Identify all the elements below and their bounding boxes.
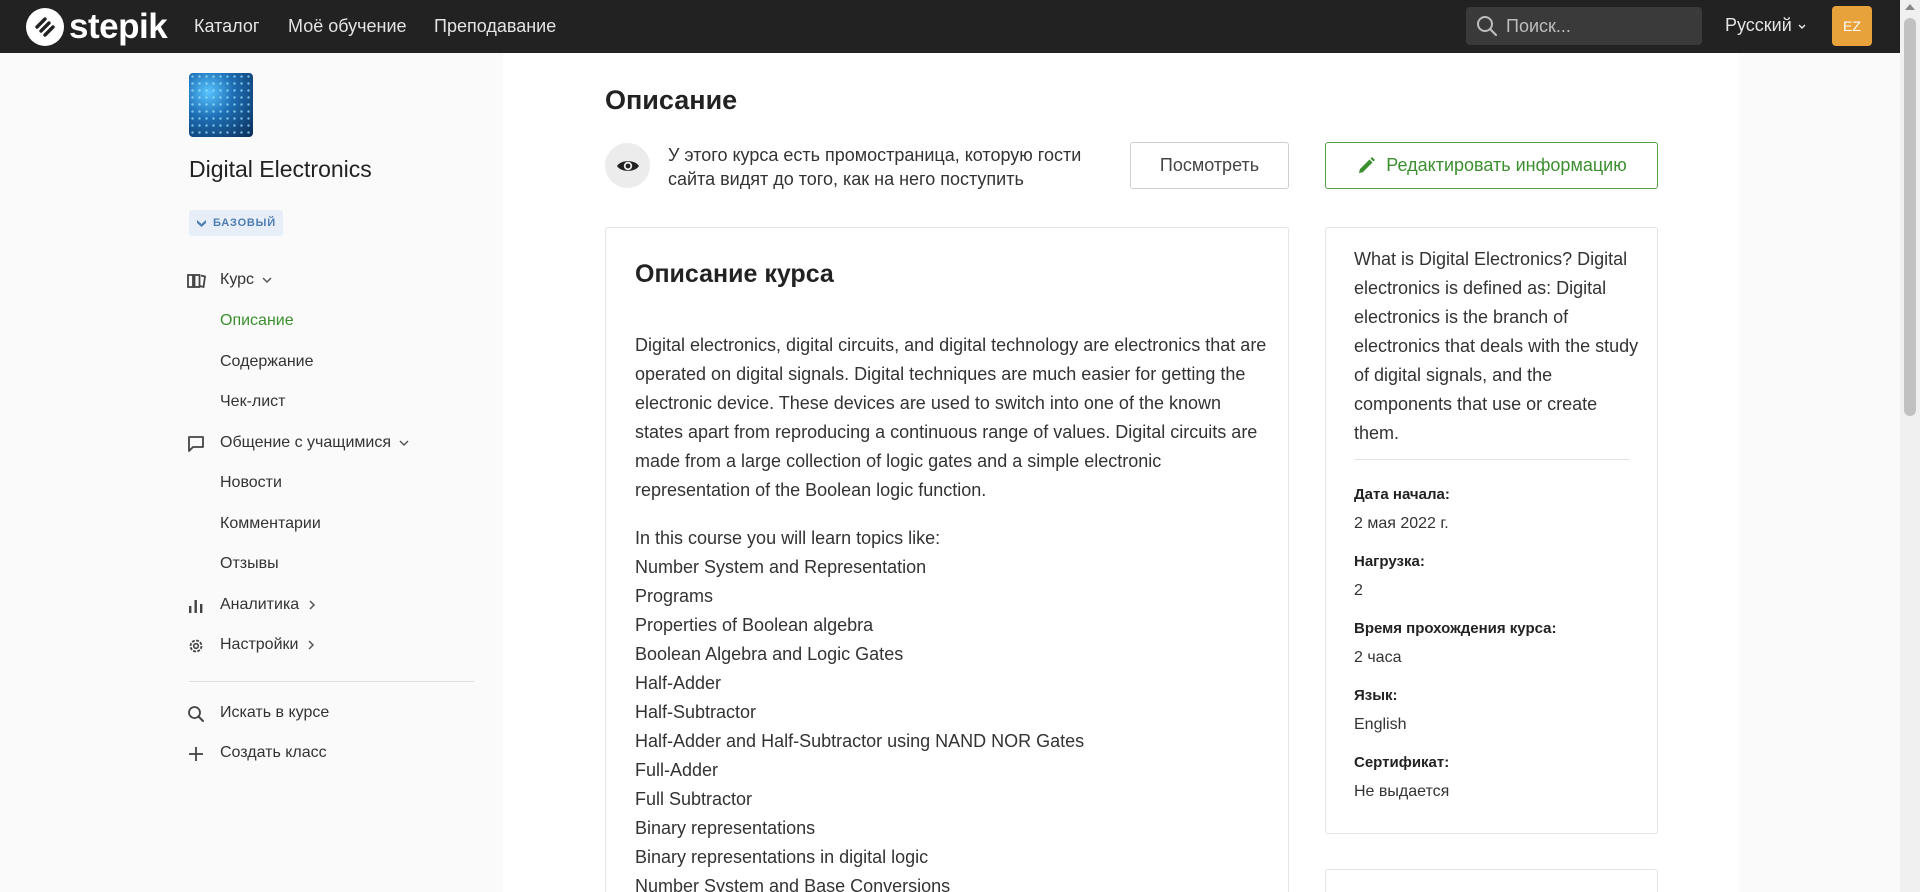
sidebar-section-community-label: Общение с учащимися [220,434,391,451]
sidebar-search-course-label: Искать в курсе [220,704,330,721]
pencil-icon [1359,156,1376,173]
load-label: Нагрузка: [1354,553,1425,570]
course-thumbnail[interactable] [189,73,253,137]
level-badge: БАЗОВЫЙ [189,210,283,236]
course-title[interactable]: Digital Electronics [189,156,372,183]
top-navbar: stepik Каталог Моё обучение Преподавание… [0,0,1900,53]
gear-icon [189,639,203,653]
language-info-label: Язык: [1354,687,1398,704]
sidebar-section-analytics[interactable]: Аналитика [189,596,318,614]
search-icon [1477,16,1498,37]
sidebar-item-reviews[interactable]: Отзывы [220,555,279,573]
stepik-logo-icon [26,8,64,46]
topic-item: Binary representations [635,818,816,838]
topic-item: Number System and Representation [635,557,927,577]
chat-icon [188,436,204,452]
topics-intro: In this course you will learn topics lik… [635,528,941,548]
bar-chart-icon [189,600,203,613]
duration-label: Время прохождения курса: [1354,620,1557,637]
search-input[interactable] [1506,15,1696,37]
topic-item: Programs [635,586,714,606]
search-icon [188,706,204,722]
topic-item: Boolean Algebra and Logic Gates [635,644,904,664]
nav-catalog[interactable]: Каталог [194,15,259,37]
secondary-info-card [1325,869,1658,892]
description-title: Описание курса [635,260,834,288]
topic-item: Half-Adder and Half-Subtractor using NAN… [635,731,1085,751]
certificate-value: Не выдается [1354,783,1450,800]
right-gutter [1739,53,1900,892]
sidebar-section-course[interactable]: Курс [187,271,273,289]
sidebar-item-news[interactable]: Новости [220,474,282,492]
sidebar-create-class-label: Создать класс [220,744,327,761]
sidebar-search-course[interactable]: Искать в курсе [188,704,330,722]
page-title: Описание [605,85,738,115]
topic-item: Full-Adder [635,760,719,780]
certificate-label: Сертификат: [1354,754,1450,771]
sidebar-section-course-label: Курс [220,271,255,288]
sidebar-section-community[interactable]: Общение с учащимися [188,434,410,452]
edit-info-label: Редактировать информацию [1386,155,1627,175]
load-value: 2 [1354,582,1363,599]
description-card: Описание курса Digital electronics, digi… [605,227,1289,892]
description-paragraph: Digital electronics, digital circuits, a… [635,335,1267,500]
start-date-value: 2 мая 2022 г. [1354,515,1449,532]
chevron-down-icon [262,277,272,284]
page-scrollbar[interactable] [1900,0,1920,892]
sidebar-item-contents[interactable]: Содержание [220,353,314,371]
language-selector[interactable]: Русский [1725,15,1808,36]
sidebar-section-analytics-label: Аналитика [220,596,300,613]
eye-icon [616,160,639,171]
plus-icon [189,747,203,761]
language-info-value: English [1354,716,1407,733]
view-promo-button[interactable]: Посмотреть [1130,142,1289,189]
topics-list: Number System and Representation Program… [635,553,1084,892]
topic-item: Number System and Base Conversions [635,876,951,892]
topic-item: Half-Subtractor [635,702,757,722]
course-summary: What is Digital Electronics? Digital ele… [1354,249,1639,443]
sidebar-section-settings[interactable]: Настройки [189,636,317,654]
search-box[interactable] [1466,7,1702,45]
stepik-logo-text: stepik [69,7,168,46]
topic-item: Properties of Boolean algebra [635,615,874,635]
sidebar-item-checklist[interactable]: Чек-лист [220,393,286,411]
scroll-up-arrow[interactable] [1905,4,1915,10]
nav-my-learning[interactable]: Моё обучение [288,15,407,37]
level-badge-label: БАЗОВЫЙ [213,217,276,229]
promo-eye-badge [605,143,650,188]
course-info-card: What is Digital Electronics? Digital ele… [1325,227,1658,834]
info-divider [1354,459,1630,460]
avatar[interactable]: EZ [1832,6,1872,46]
nav-teaching[interactable]: Преподавание [434,15,556,37]
edit-info-button[interactable]: Редактировать информацию [1325,142,1658,189]
stepik-logo[interactable]: stepik [26,7,168,46]
sidebar-divider [189,681,474,682]
duration-value: 2 часа [1354,649,1402,666]
sidebar-item-description[interactable]: Описание [220,312,294,330]
scrollbar-thumb[interactable] [1904,18,1916,416]
chevron-right-icon [309,600,316,610]
sidebar-item-comments[interactable]: Комментарии [220,515,321,533]
sidebar-create-class[interactable]: Создать класс [189,744,327,762]
language-label: Русский [1725,15,1792,35]
chevron-right-icon [308,640,315,650]
topic-item: Full Subtractor [635,789,753,809]
topic-item: Binary representations in digital logic [635,847,929,867]
level-icon [197,219,206,227]
start-date-label: Дата начала: [1354,486,1450,503]
chevron-down-icon [399,440,409,447]
book-icon [187,274,207,289]
chevron-down-icon [1798,23,1806,29]
topic-item: Half-Adder [635,673,722,693]
promo-notice: У этого курса есть промостраница, котору… [668,145,1082,189]
sidebar-section-settings-label: Настройки [220,636,299,653]
